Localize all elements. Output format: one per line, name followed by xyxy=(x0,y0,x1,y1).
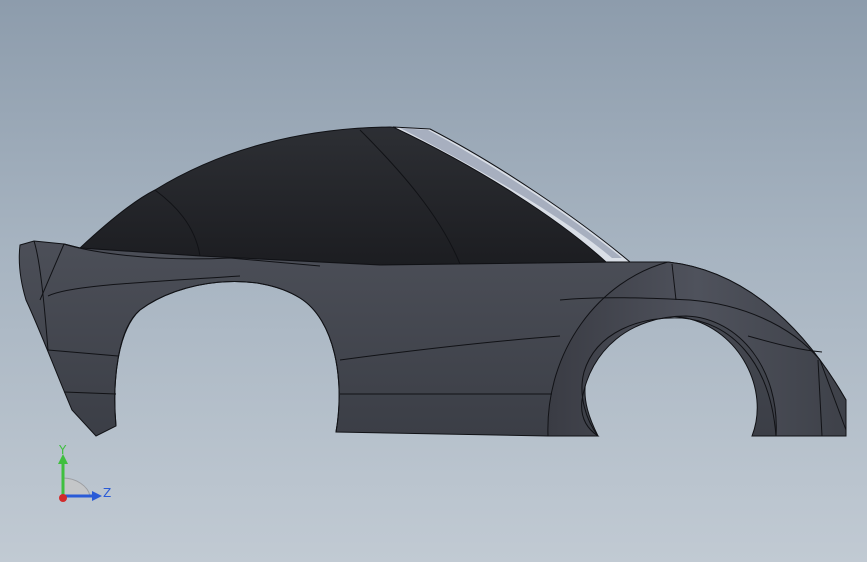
x-axis-dot xyxy=(59,494,67,502)
z-axis-label: Z xyxy=(103,486,111,500)
triad-plane-wedge xyxy=(62,477,91,497)
car-body-model[interactable] xyxy=(0,0,867,562)
z-axis-arrow xyxy=(92,491,102,501)
front-wheel-arch xyxy=(114,281,340,433)
reference-triad: Y Z xyxy=(58,443,111,502)
y-axis-label: Y xyxy=(58,443,67,457)
side-panel[interactable] xyxy=(18,240,847,437)
graphics-viewport[interactable]: Y Z xyxy=(0,0,867,562)
